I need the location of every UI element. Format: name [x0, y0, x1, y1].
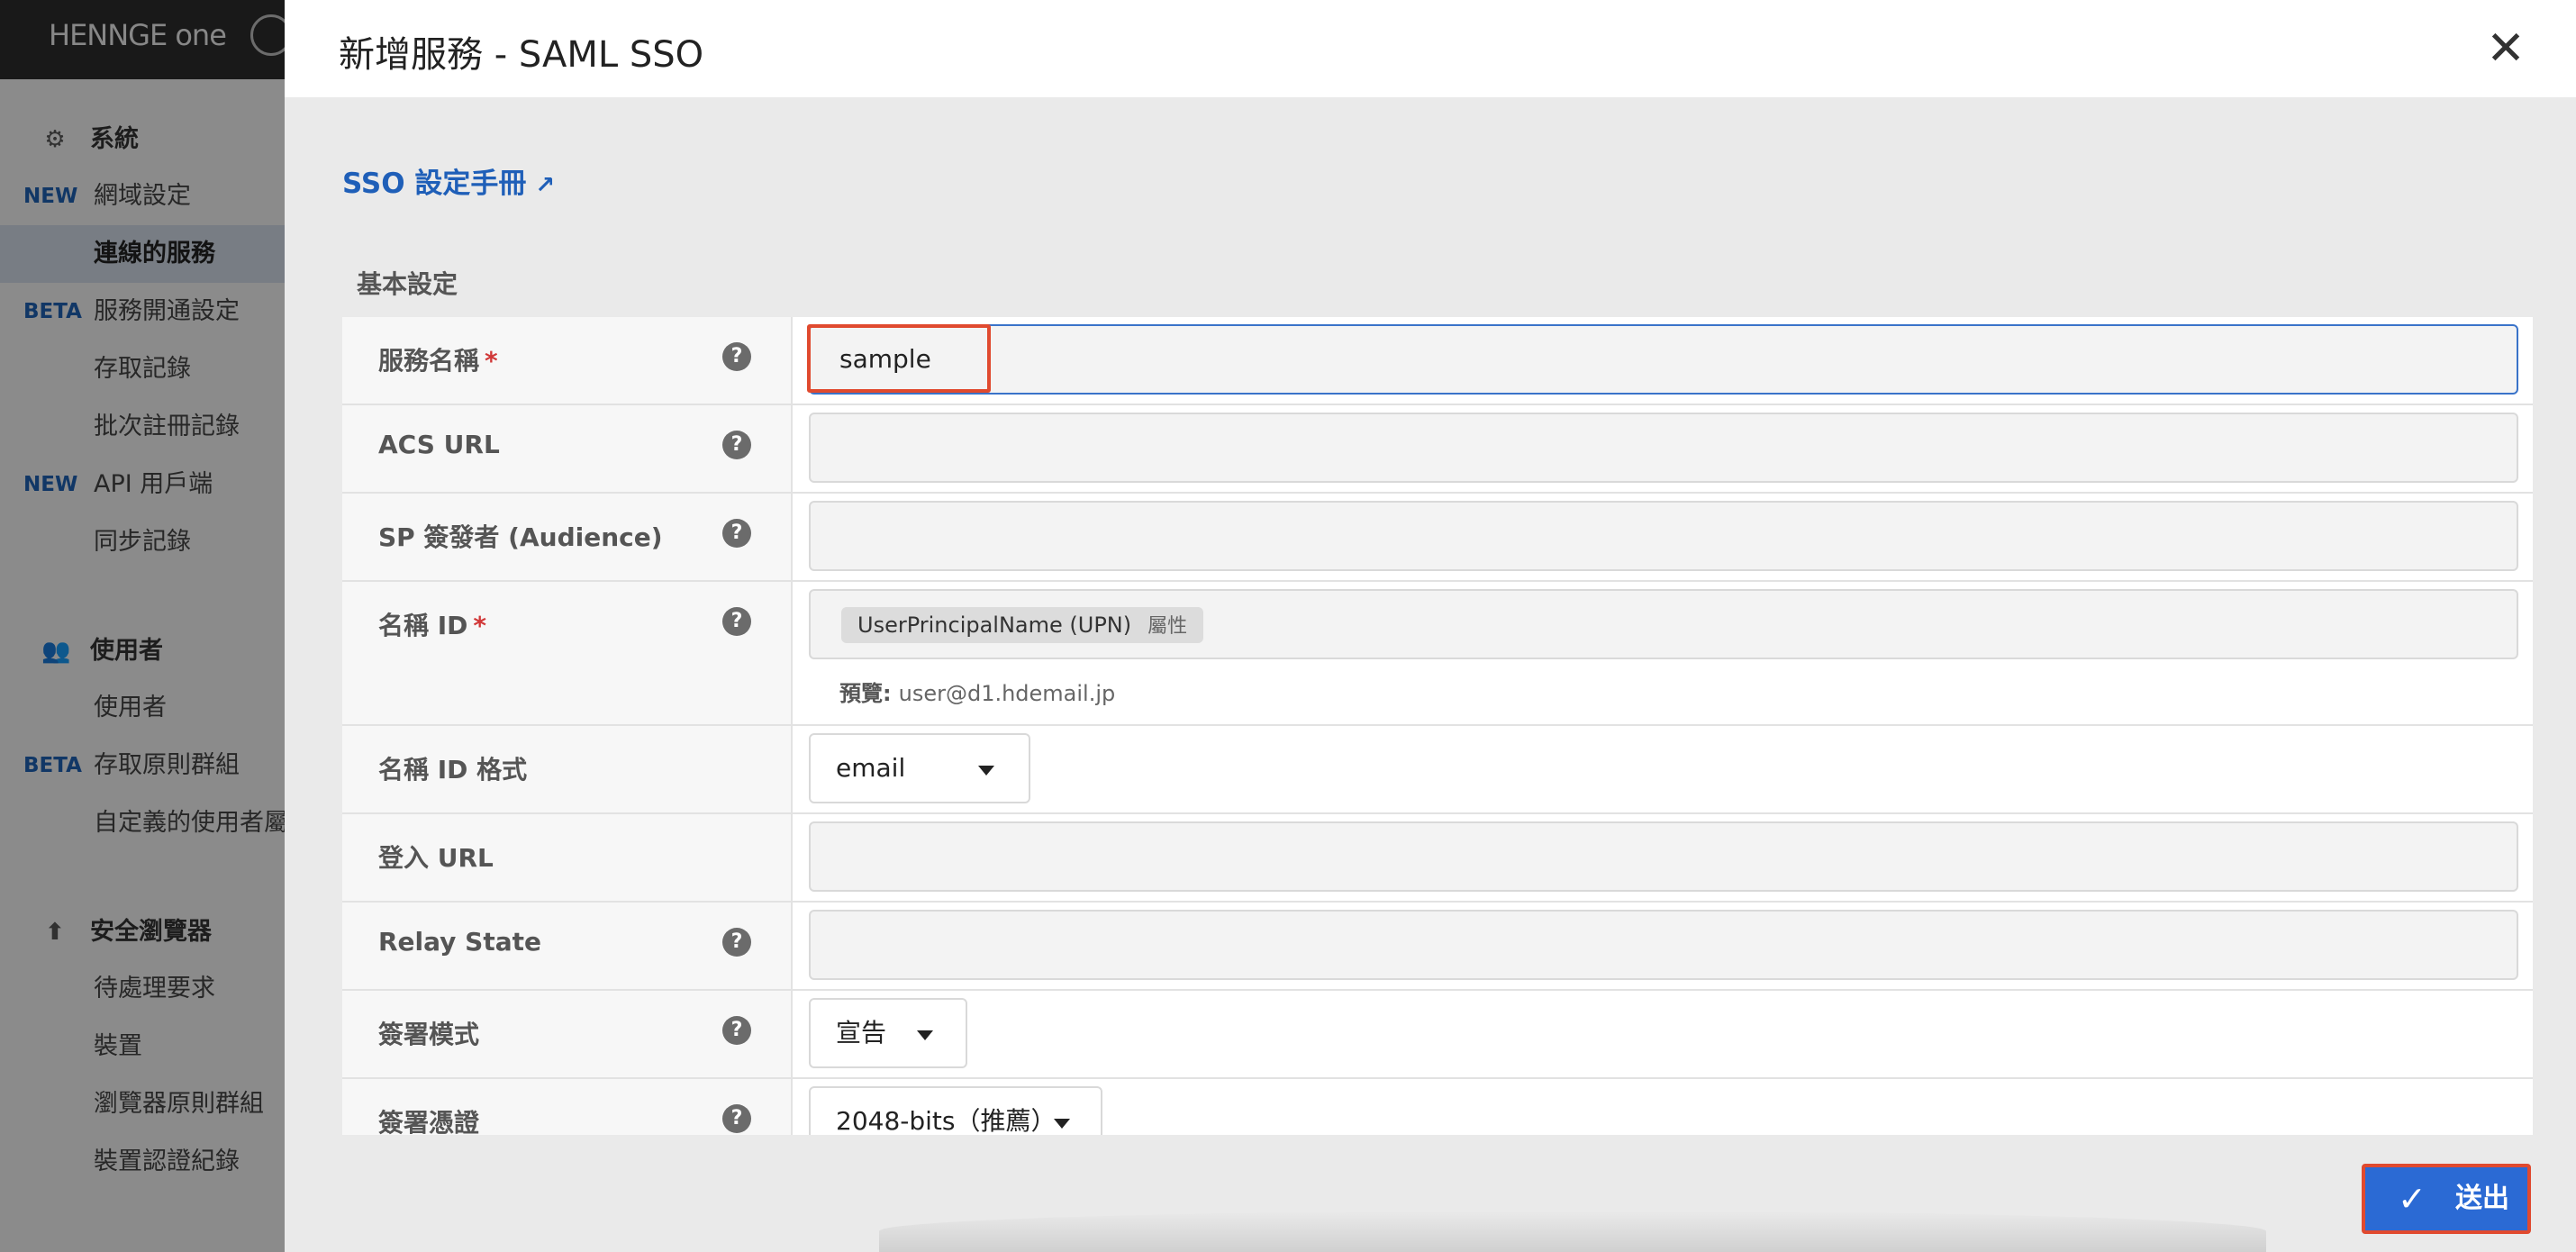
name-id-chip[interactable]: UserPrincipalName (UPN) 屬性 — [841, 607, 1204, 643]
chevron-down-icon — [917, 1030, 933, 1040]
sp-issuer-input[interactable] — [809, 501, 2518, 571]
sso-manual-link[interactable]: SSO 設定手冊 ↗ — [342, 160, 555, 201]
service-name-label: 服務名稱 * — [378, 346, 498, 376]
acs-url-input[interactable] — [809, 413, 2518, 483]
acs-url-label: ACS URL — [378, 430, 500, 459]
scroll-shadow — [879, 1211, 2266, 1252]
external-link-icon: ↗ — [535, 172, 556, 199]
signing-mode-label: 簽署模式 — [378, 1020, 480, 1049]
row-sp-issuer: SP 簽發者 (Audience) ? — [342, 494, 2533, 582]
modal-header: 新增服務 - SAML SSO ✕ — [285, 0, 2576, 97]
login-url-label: 登入 URL — [378, 843, 494, 873]
name-id-preview: 預覽: user@d1.hdemail.jp — [839, 681, 1116, 706]
help-icon[interactable]: ? — [722, 342, 751, 371]
row-service-name: 服務名稱 * ? sample — [342, 317, 2533, 405]
help-icon[interactable]: ? — [722, 928, 751, 957]
submit-button[interactable]: ✓ 送出 — [2362, 1164, 2531, 1234]
signing-cert-label: 簽署憑證 — [378, 1108, 480, 1135]
chevron-down-icon — [978, 766, 994, 776]
help-icon[interactable]: ? — [722, 519, 751, 548]
signing-cert-select[interactable]: 2048-bits（推薦） — [809, 1086, 1102, 1135]
name-id-format-label: 名稱 ID 格式 — [378, 755, 528, 785]
relay-state-input[interactable] — [809, 910, 2518, 980]
section-basic-settings: 基本設定 — [357, 269, 458, 299]
name-id-format-select[interactable]: email — [809, 733, 1030, 803]
row-login-url: 登入 URL — [342, 814, 2533, 903]
login-url-input[interactable] — [809, 821, 2518, 892]
sp-issuer-label: SP 簽發者 (Audience) — [378, 522, 663, 552]
help-icon[interactable]: ? — [722, 607, 751, 636]
add-service-modal: 新增服務 - SAML SSO ✕ SSO 設定手冊 ↗ 基本設定 服務名稱 * ?… — [285, 0, 2576, 1252]
service-name-input[interactable]: sample — [807, 324, 2518, 395]
row-signing-cert: 簽署憑證 ? 2048-bits（推薦） — [342, 1079, 2533, 1135]
name-id-label: 名稱 ID * — [378, 611, 487, 640]
relay-state-label: Relay State — [378, 927, 542, 957]
check-icon: ✓ — [2398, 1179, 2426, 1219]
row-name-id: 名稱 ID * ? UserPrincipalName (UPN) 屬性 預覽: us… — [342, 582, 2533, 726]
help-icon[interactable]: ? — [722, 1016, 751, 1045]
row-relay-state: Relay State ? — [342, 903, 2533, 991]
form-table: 服務名稱 * ? sample ACS URL ? SP 簽發者 (Audienc… — [342, 317, 2533, 1135]
name-id-field[interactable]: UserPrincipalName (UPN) 屬性 — [809, 589, 2518, 659]
close-icon[interactable]: ✕ — [2479, 22, 2533, 76]
help-icon[interactable]: ? — [722, 1104, 751, 1133]
chevron-down-icon — [1054, 1119, 1070, 1129]
modal-title: 新增服務 - SAML SSO — [339, 34, 704, 76]
row-name-id-format: 名稱 ID 格式 email — [342, 726, 2533, 814]
help-icon[interactable]: ? — [722, 431, 751, 459]
signing-mode-select[interactable]: 宣告 — [809, 998, 967, 1068]
row-signing-mode: 簽署模式 ? 宣告 — [342, 991, 2533, 1079]
row-acs-url: ACS URL ? — [342, 405, 2533, 494]
